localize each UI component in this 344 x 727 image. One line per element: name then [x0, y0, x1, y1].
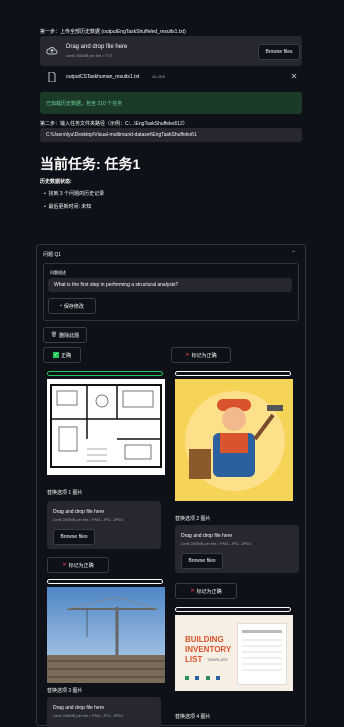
option2-uploader[interactable]: Drag and drop file here Limit 200MB per …: [175, 525, 299, 573]
replace-option4-label: 替换选项 4 图片: [175, 714, 211, 720]
file-size: 46.3KB: [152, 74, 166, 79]
file-name: outputCSTaskhuman_results1.txt: [66, 74, 140, 80]
option3-bar: [47, 579, 163, 584]
step1-label: 第一步：上传全部历史数据 (outputEngTaskShuffeled_res…: [40, 29, 186, 35]
question-input[interactable]: What is the first step in performing a s…: [48, 278, 292, 292]
history-item: 找到 3 个问题的历史记录: [48, 191, 105, 197]
correct-button[interactable]: ✓ 正确: [43, 347, 81, 363]
option1-bar: [47, 371, 163, 376]
option3-image-crane: [47, 587, 165, 683]
upload-limit: Limit 200MB per file • PNG, JPG, JPEG: [53, 713, 124, 718]
browse-files-button[interactable]: Browse files: [181, 553, 223, 569]
cross-icon: ✕: [190, 588, 195, 594]
option4-image-inventory: BUILDING INVENTORY LIST TEMPLATE: [175, 615, 293, 691]
check-icon: ✓: [52, 352, 59, 358]
page-title: 当前任务: 任务1: [40, 156, 141, 172]
cross-icon: ✕: [185, 352, 190, 358]
question-expander: 问题 Q1 ⌃ 问题描述 What is the first step in p…: [36, 244, 306, 727]
drag-drop-text: Drag and drop file here: [53, 509, 105, 515]
trash-icon: 🗑: [50, 332, 58, 338]
drag-drop-text: Drag and drop file here: [66, 44, 128, 50]
chevron-up-icon[interactable]: ⌃: [291, 250, 296, 257]
success-alert: 已加载历史数据，包含 210 个任务: [40, 92, 302, 114]
option2-bar: [175, 371, 291, 376]
file-icon: [48, 72, 56, 82]
folder-path-input[interactable]: C:\Users\lyu\Desktop\Visual-multiround-d…: [40, 128, 302, 142]
inventory-title-2: INVENTORY: [185, 645, 232, 654]
inventory-sheet: [237, 623, 287, 685]
history-list: • 找到 3 个问题的历史记录 • 最后更新时间: 未知: [44, 190, 294, 210]
delete-question-button[interactable]: 🗑 删除此题: [43, 327, 87, 343]
browse-files-button[interactable]: Browse files: [258, 44, 300, 60]
save-changes-button[interactable]: ▪ 保存修改: [48, 298, 96, 314]
history-item: 最后更新时间: 未知: [48, 204, 92, 210]
option1-image-floorplan: [47, 379, 165, 475]
mark-correct-button[interactable]: ✕ 标记为正确: [175, 583, 237, 599]
replace-option2-label: 替换选项 2 图片: [175, 516, 211, 522]
replace-option1-label: 替换选项 1 图片: [47, 490, 83, 496]
drag-drop-text: Drag and drop file here: [53, 705, 105, 711]
option2-image-worker: [175, 379, 293, 501]
question-card: 问题描述 What is the first step in performin…: [43, 263, 299, 321]
option1-uploader[interactable]: Drag and drop file here Limit 200MB per …: [47, 501, 161, 549]
success-text: 已加载历史数据，包含 210 个任务: [46, 101, 123, 107]
cross-icon: ✕: [62, 562, 67, 568]
step2-label: 第二步：输入任务文件夹路径（示例：C:...\EngTaskShuffeled\…: [40, 121, 188, 127]
upload-limit: Limit 200MB per file • PNG, JPG, JPEG: [53, 517, 124, 522]
browse-files-button[interactable]: Browse files: [53, 529, 95, 545]
inventory-title-1: BUILDING: [185, 635, 224, 644]
inventory-template-label: TEMPLATE: [207, 657, 228, 662]
mark-correct-button[interactable]: ✕ 标记为正确: [47, 557, 109, 573]
replace-option3-label: 替换选项 3 图片: [47, 688, 83, 694]
expander-header[interactable]: 问题 Q1: [43, 251, 61, 258]
option4-bar: [175, 607, 291, 612]
uploaded-file: outputCSTaskhuman_results1.txt 46.3KB ✕: [40, 70, 302, 84]
desc-label: 问题描述: [50, 270, 66, 275]
save-icon: ▪: [60, 303, 62, 309]
cloud-upload-icon: [46, 45, 58, 57]
inventory-icons: [185, 667, 222, 685]
drag-drop-text: Drag and drop file here: [181, 533, 233, 539]
inventory-title-3: LIST: [185, 655, 203, 664]
history-label: 历史数据状态:: [40, 179, 72, 185]
upload-limit: Limit 200MB per file • PNG, JPG, JPEG: [181, 541, 252, 546]
upload-limit: Limit 200MB per file • TXT: [66, 53, 113, 58]
close-icon[interactable]: ✕: [290, 72, 298, 81]
mark-correct-button[interactable]: ✕ 标记为正确: [171, 347, 231, 363]
file-uploader[interactable]: Drag and drop file here Limit 200MB per …: [40, 36, 302, 66]
option3-uploader[interactable]: Drag and drop file here Limit 200MB per …: [47, 697, 161, 727]
